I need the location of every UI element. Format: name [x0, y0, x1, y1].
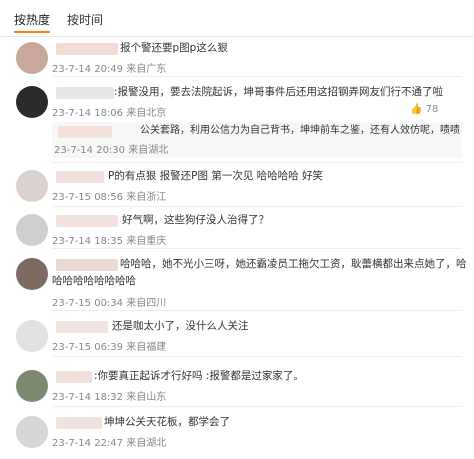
comment-meta: 23-7-14 18:35 来自重庆	[52, 236, 167, 247]
comment-text: P的有点狠 报警还P图 第一次见 哈哈哈哈 好笑	[108, 170, 324, 182]
comment-meta: 23-7-14 22:47 来自湖北	[52, 438, 167, 449]
reply-text: 公关套路，利用公信力为自己背书，坤坤前车之鉴，还有人效仿呢，啧啧	[140, 125, 460, 136]
username-blurred[interactable]	[56, 321, 108, 333]
comment-text: 还是咖太小了，没什么人关注	[112, 320, 249, 332]
comment-text: 报个警还要p图p这么狠	[120, 42, 228, 54]
username-blurred[interactable]	[56, 417, 102, 429]
comment-text: 坤坤公关天花板，都学会了	[104, 416, 230, 428]
divider	[52, 406, 462, 407]
comment-text: :你要真正起诉才行好吗 :报警都是过家家了。	[94, 370, 304, 382]
comment-meta: 23-7-14 20:49 来自广东	[52, 64, 167, 75]
comment-meta: 23-7-15 00:34 来自四川	[52, 298, 167, 309]
comment-meta: 23-7-15 06:39 来自福建	[52, 342, 167, 353]
comment-text-continued: 哈哈哈哈哈哈哈哈	[52, 275, 136, 287]
username-blurred[interactable]	[56, 371, 92, 383]
avatar[interactable]	[16, 258, 48, 290]
comment-text: 好气啊，这些狗仔没人治得了？	[122, 214, 269, 226]
username-blurred[interactable]	[56, 259, 118, 271]
sort-tabs: 按热度 按时间	[0, 0, 474, 37]
avatar[interactable]	[16, 86, 48, 118]
username-blurred[interactable]	[56, 87, 114, 99]
divider	[52, 248, 462, 249]
tab-by-time[interactable]: 按时间	[67, 11, 103, 28]
username-blurred[interactable]	[56, 171, 104, 183]
avatar[interactable]	[16, 370, 48, 402]
thumbs-up-icon: 👍	[410, 104, 426, 115]
comment-meta: 23-7-15 08:56 来自浙江	[52, 192, 167, 203]
comment-text: :报警没用，要去法院起诉，坤哥事件后还用这招钢弄网友们行不通了啦	[114, 86, 444, 98]
active-tab-indicator	[14, 31, 50, 33]
reply-meta: 23-7-14 20:30 来自湖北	[54, 145, 169, 156]
comment-meta: 23-7-14 18:32 来自山东	[52, 392, 167, 403]
avatar[interactable]	[16, 170, 48, 202]
avatar[interactable]	[16, 42, 48, 74]
divider	[52, 310, 462, 311]
reply-box: 公关套路，利用公信力为自己背书，坤坤前车之鉴，还有人效仿呢，啧啧 23-7-14…	[52, 122, 462, 158]
username-blurred[interactable]	[58, 126, 112, 138]
comment-text: 哈哈哈，她不光小三呀，她还霸凌员工拖欠工资，耿蕾横都出来点她了，哈	[120, 258, 467, 270]
avatar[interactable]	[16, 320, 48, 352]
username-blurred[interactable]	[56, 43, 118, 55]
avatar[interactable]	[16, 416, 48, 448]
comment-meta: 23-7-14 18:06 来自北京	[52, 108, 167, 119]
like-button[interactable]: 👍 78	[410, 104, 438, 115]
tab-by-hot[interactable]: 按热度	[14, 11, 50, 28]
divider	[52, 356, 462, 357]
username-blurred[interactable]	[56, 215, 118, 227]
like-count: 78	[425, 104, 439, 115]
divider	[52, 162, 462, 163]
avatar[interactable]	[16, 214, 48, 246]
divider	[52, 206, 462, 207]
divider	[52, 76, 462, 77]
